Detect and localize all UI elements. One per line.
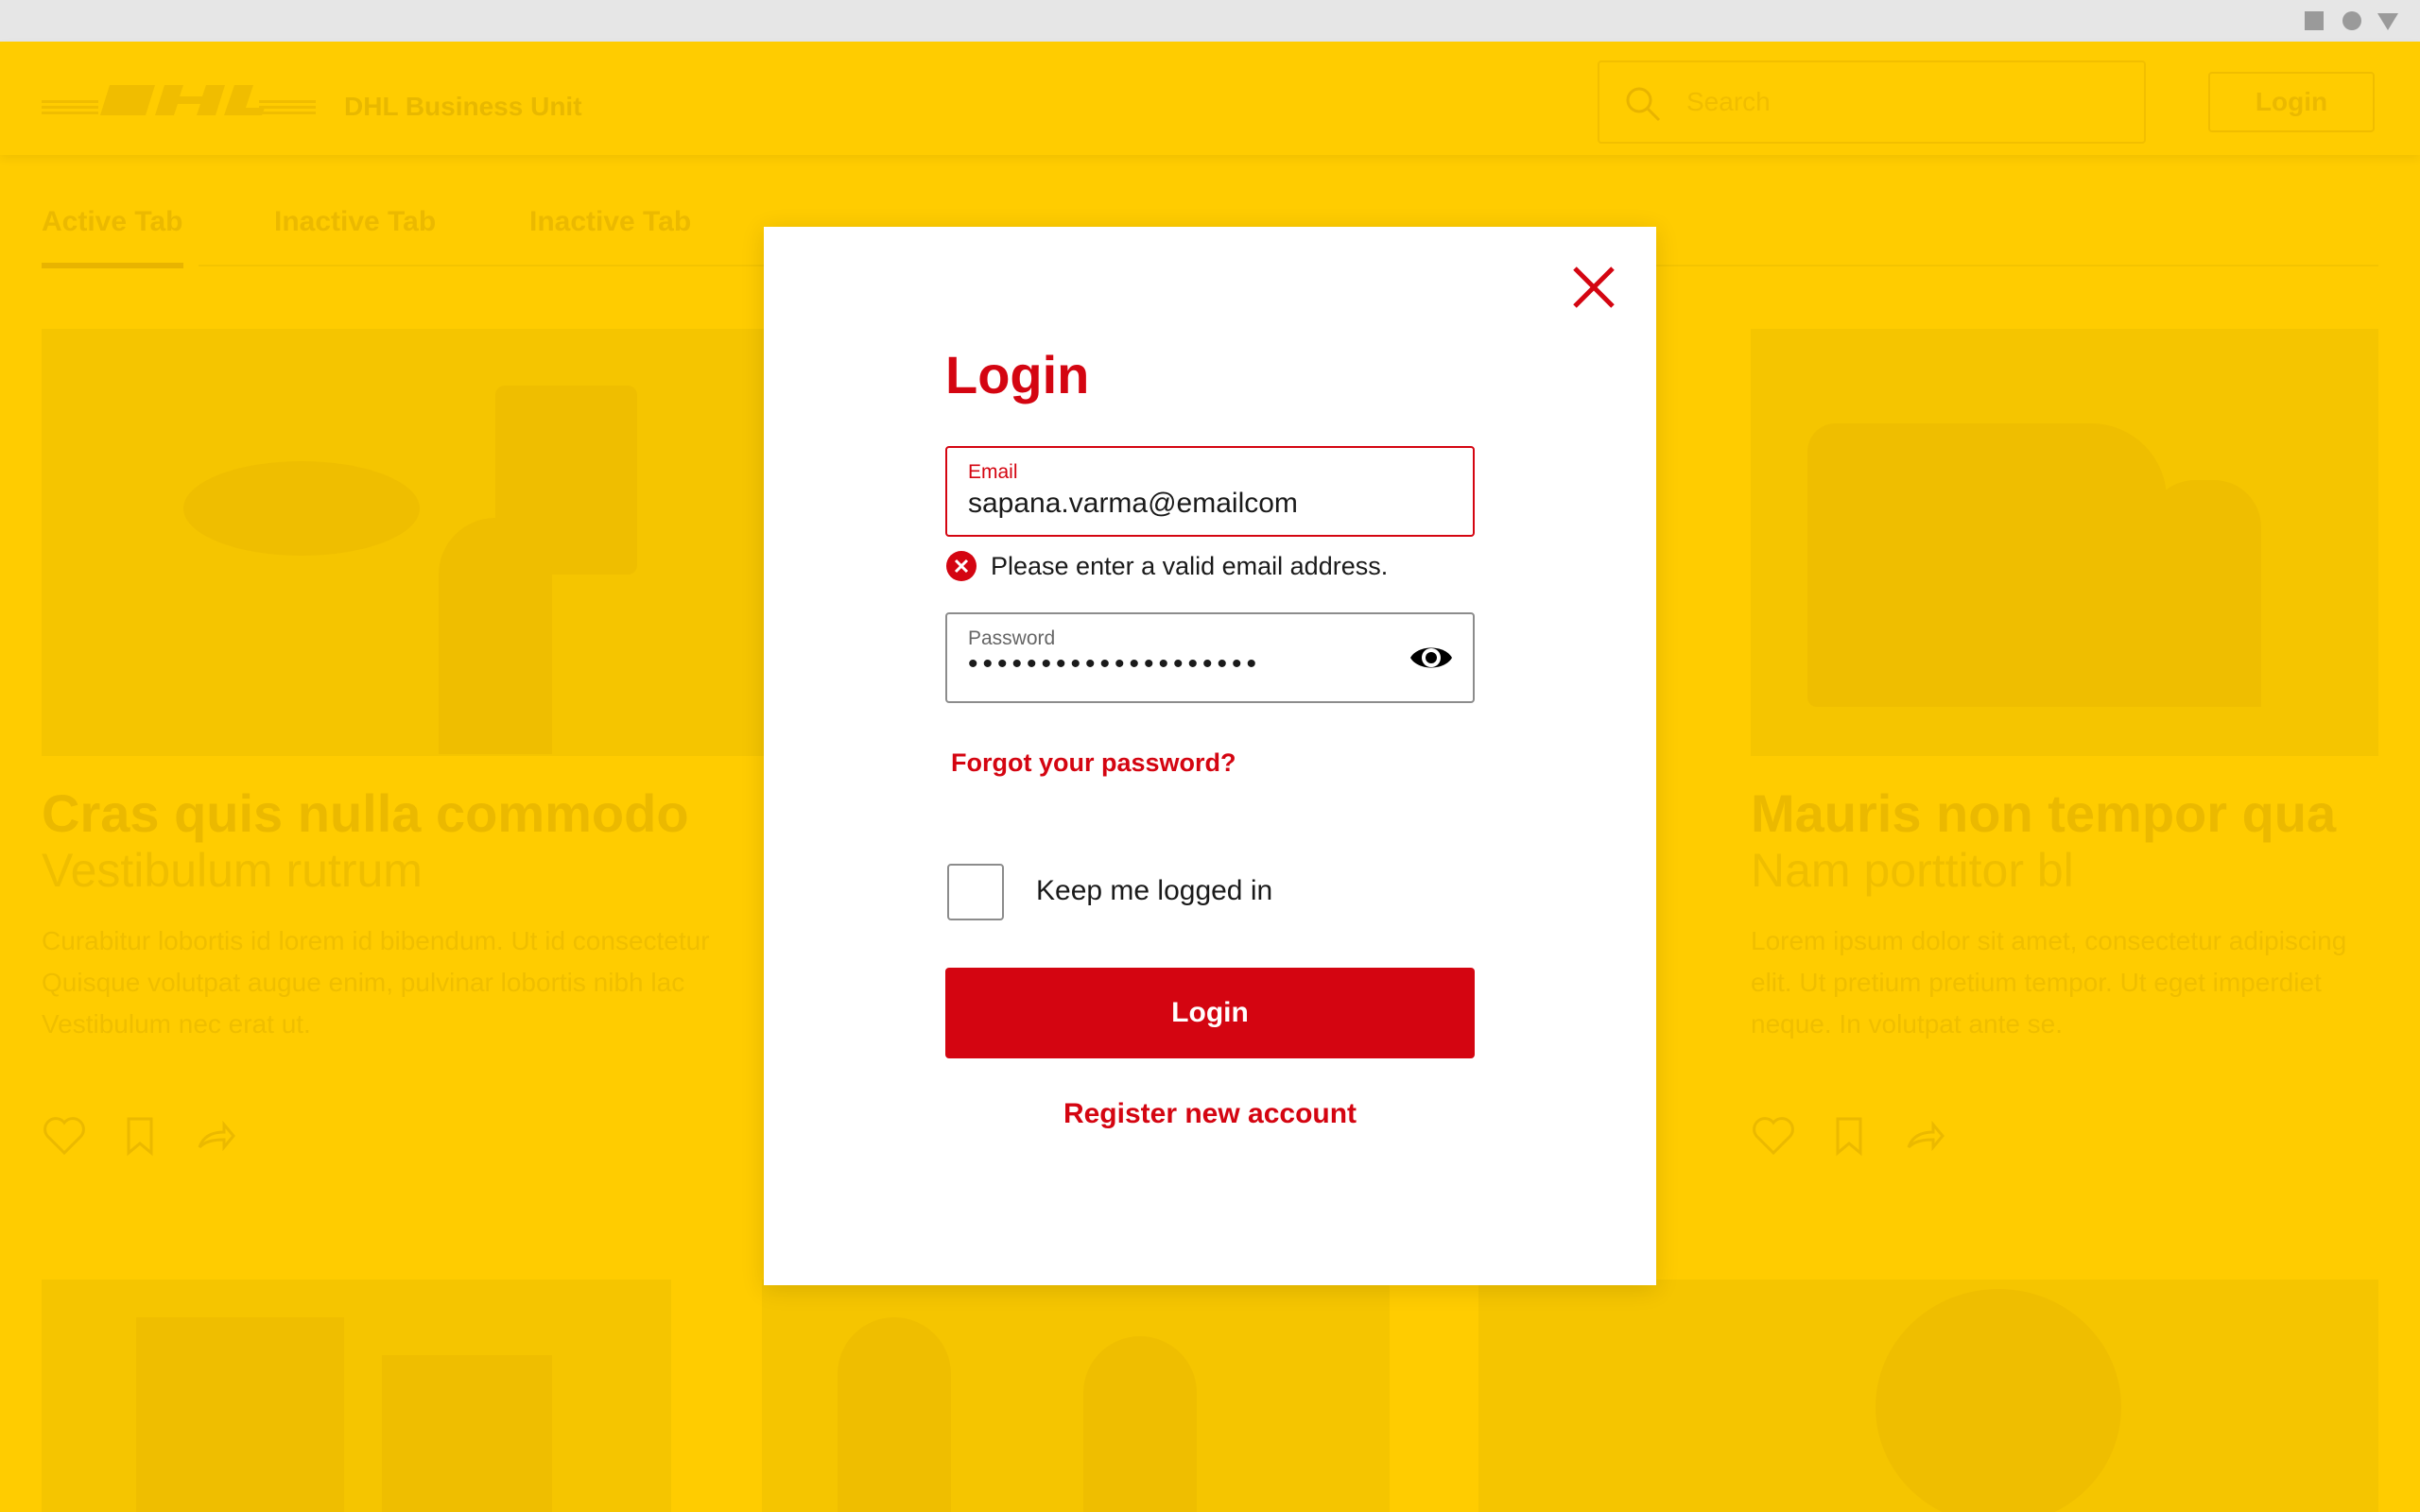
share-icon[interactable] [1903,1115,1945,1161]
register-link[interactable]: Register new account [945,1098,1475,1130]
card-image-4[interactable] [42,1280,671,1512]
bookmark-icon[interactable] [123,1115,157,1161]
card-image-1[interactable] [42,329,798,756]
password-field[interactable]: Password •••••••••••••••••••• [945,612,1475,703]
card-subtitle-1: Vestibulum rutrum [42,844,423,897]
share-icon[interactable] [194,1115,235,1161]
keep-logged-in-label[interactable]: Keep me logged in [1036,875,1272,907]
search-placeholder: Search [1686,87,1771,116]
login-button[interactable]: Login [945,968,1475,1058]
dhl-logo [42,85,316,115]
keep-logged-in-checkbox[interactable] [947,864,1004,920]
card-actions-3 [1751,1115,1977,1160]
password-input[interactable]: •••••••••••••••••••• [968,648,1384,680]
login-modal: Login Email sapana.varma@emailcom Please… [764,227,1656,1285]
window-circle-control[interactable] [2342,11,2361,30]
card-body-3: Lorem ipsum dolor sit amet, consectetur … [1751,926,2347,1039]
card-body-1: Curabitur lobortis id lorem id bibendum.… [42,926,710,1039]
heart-icon[interactable] [1751,1115,1796,1161]
bookmark-icon[interactable] [1832,1115,1866,1161]
email-field[interactable]: Email sapana.varma@emailcom [945,446,1475,537]
search-input[interactable]: Search [1598,60,2146,144]
site-header: DHL Business Unit Search Login [0,42,2420,155]
email-label: Email [968,461,1018,483]
business-unit-name: DHL Business Unit [344,92,582,121]
password-label: Password [968,627,1056,649]
card-image-6[interactable] [1478,1280,2378,1512]
card-title-3[interactable]: Mauris non tempor qua [1751,782,2336,844]
tab-inactive-2[interactable]: Inactive Tab [529,206,691,238]
active-tab-indicator [42,263,183,268]
browser-chrome [0,0,2420,42]
card-image-3[interactable] [1751,329,2378,756]
heart-icon[interactable] [42,1115,87,1161]
tab-inactive-1[interactable]: Inactive Tab [274,206,436,238]
card-subtitle-3: Nam porttitor bl [1751,844,2074,897]
card-image-5[interactable] [762,1280,1390,1512]
close-icon[interactable] [1567,261,1620,314]
error-icon [946,551,977,581]
eye-icon[interactable] [1409,639,1454,677]
card-title-1[interactable]: Cras quis nulla commodo [42,782,689,844]
email-error-text: Please enter a valid email address. [991,552,1389,580]
tab-active[interactable]: Active Tab [42,206,183,238]
header-login-button[interactable]: Login [2208,72,2375,132]
email-input[interactable]: sapana.varma@emailcom [968,488,1384,520]
modal-title: Login [945,345,1090,404]
card-actions-1 [42,1115,268,1160]
window-square-control[interactable] [2305,11,2324,30]
forgot-password-link[interactable]: Forgot your password? [951,748,1236,778]
window-triangle-control[interactable] [2377,13,2398,30]
search-icon [1626,87,1661,122]
